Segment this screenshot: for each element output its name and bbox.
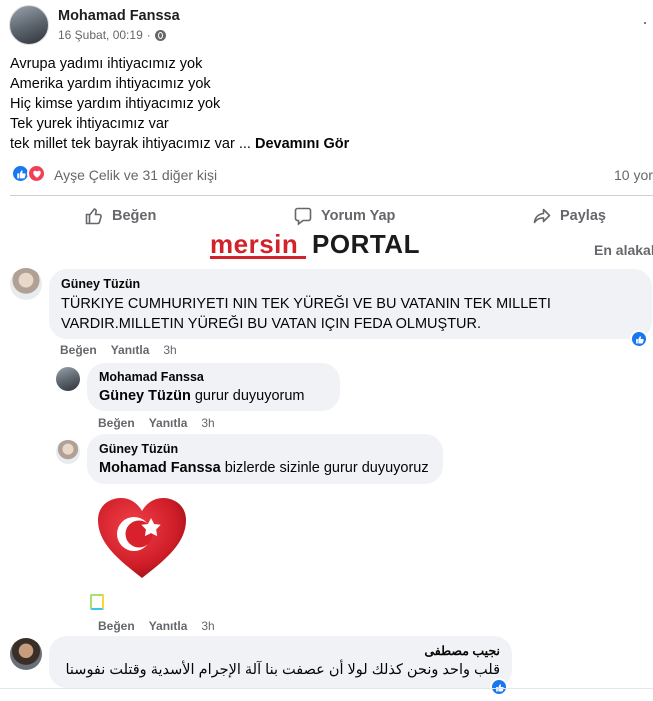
globe-icon <box>154 29 166 41</box>
reply-time[interactable]: 3h <box>201 416 214 430</box>
comment-time[interactable]: 3h <box>163 343 176 357</box>
commenter-avatar[interactable] <box>10 268 42 300</box>
divider <box>10 195 653 196</box>
divider <box>0 688 653 689</box>
post-line: Tek yurek ihtiyacımız var <box>10 116 169 132</box>
post-line: Amerika yardım ihtiyacımız yok <box>10 76 211 92</box>
reply-mention[interactable]: Güney Tüzün <box>99 388 191 404</box>
reply-body: bizlerde sizinle gurur duyuyoruz <box>220 460 429 476</box>
reply-text: Mohamad Fanssa bizlerde sizinle gurur du… <box>99 458 431 478</box>
post-line: tek millet tek bayrak ihtiyacımız var ..… <box>10 134 349 154</box>
comment-reply-link[interactable]: Yanıtla <box>111 343 150 357</box>
post-line: Hiç kimse yardım ihtiyacımız yok <box>10 96 221 112</box>
reply-author-avatar[interactable] <box>56 440 80 464</box>
reply-like-link[interactable]: Beğen <box>98 416 135 430</box>
reply-body: gurur duyuyorum <box>190 388 305 404</box>
comment-like-badge[interactable] <box>630 330 648 348</box>
watermark-underline <box>210 256 306 259</box>
post-line: Avrupa yadımı ihtiyacımız yok <box>10 56 203 72</box>
share-button[interactable]: Paylaş <box>532 206 606 226</box>
meta-separator: · <box>146 28 151 42</box>
reactions-summary[interactable]: Ayşe Çelik ve 31 diğer kişi <box>54 167 217 183</box>
comment-like-badge[interactable] <box>490 678 508 696</box>
comment-sort-dropdown[interactable]: En alakal <box>594 242 653 258</box>
reply-actions: Beğen Yanıtla 3h <box>98 416 215 430</box>
reply-author[interactable]: Güney Tüzün <box>99 442 431 456</box>
post-author-avatar[interactable] <box>9 5 49 45</box>
post-text: Avrupa yadımı ihtiyacımız yok Amerika ya… <box>10 54 349 154</box>
comment-text: TÜRKIYE CUMHURIYETI NIN TEK YÜREĞI VE BU… <box>61 296 551 332</box>
comment-actions: Beğen Yanıtla 3h <box>60 343 177 357</box>
post-author-name[interactable]: Mohamad Fanssa <box>58 8 180 24</box>
post-last-line: tek millet tek bayrak ihtiyacımız var ..… <box>10 136 255 152</box>
reply-author[interactable]: Mohamad Fanssa <box>99 370 328 384</box>
reply-reply-link[interactable]: Yanıtla <box>149 619 188 633</box>
more-dots-icon[interactable]: · <box>642 12 648 33</box>
reply-bubble: Mohamad Fanssa Güney Tüzün gurur duyuyor… <box>87 363 340 411</box>
reply-actions: Beğen Yanıtla 3h <box>98 619 215 633</box>
comment-author[interactable]: نجيب مصطفى <box>61 643 500 658</box>
turkish-flag-heart-sticker[interactable] <box>96 496 188 580</box>
love-reaction-icon <box>27 164 46 183</box>
reply-mention[interactable]: Mohamad Fanssa <box>99 460 221 476</box>
sticker-icon <box>90 594 104 610</box>
comment-author[interactable]: Güney Tüzün <box>61 277 640 291</box>
reply-bubble: Güney Tüzün Mohamad Fanssa bizlerde sizi… <box>87 434 443 484</box>
comment-icon <box>294 207 312 226</box>
comment-like-link[interactable]: Beğen <box>60 343 97 357</box>
reaction-icons[interactable] <box>11 164 46 183</box>
comment-bubble: Güney Tüzün TÜRKIYE CUMHURIYETI NIN TEK … <box>49 269 652 339</box>
see-more-link[interactable]: Devamını Gör <box>255 136 349 152</box>
share-icon <box>533 208 551 224</box>
comment-button[interactable]: Yorum Yap <box>293 206 395 226</box>
comment-button-label: Yorum Yap <box>321 208 396 224</box>
like-button-label: Beğen <box>112 208 157 224</box>
post-meta: 16 Şubat, 00:19 · <box>58 28 166 42</box>
share-button-label: Paylaş <box>560 208 606 224</box>
comment-bubble: نجيب مصطفى قلب واحد ونحن كذلك لولا أن عص… <box>49 636 512 688</box>
like-button[interactable]: Beğen <box>84 206 156 226</box>
reply-like-link[interactable]: Beğen <box>98 619 135 633</box>
post-date[interactable]: 16 Şubat, 00:19 <box>58 28 143 42</box>
reply-author-avatar[interactable] <box>56 367 80 391</box>
reply-time[interactable]: 3h <box>201 619 214 633</box>
watermark-portal: PORTAL <box>312 229 420 259</box>
thumbs-up-icon <box>85 208 102 225</box>
commenter-avatar[interactable] <box>10 638 42 670</box>
comments-count[interactable]: 10 yor <box>614 167 653 183</box>
reply-reply-link[interactable]: Yanıtla <box>149 416 188 430</box>
reply-text: Güney Tüzün gurur duyuyorum <box>99 386 328 406</box>
comment-text: قلب واحد ونحن كذلك لولا أن عصفت بنا آلة … <box>65 662 501 678</box>
